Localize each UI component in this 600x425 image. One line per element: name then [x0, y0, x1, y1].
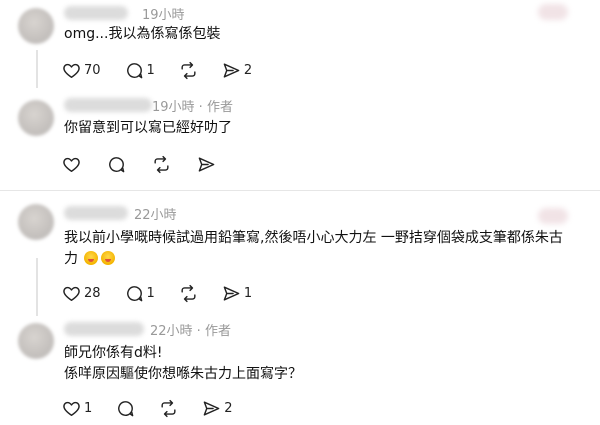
- share-icon: [203, 400, 220, 416]
- reply-button[interactable]: [107, 155, 126, 174]
- share-button[interactable]: 2: [202, 399, 233, 418]
- timestamp: 22小時: [134, 208, 177, 223]
- repost-icon: [154, 155, 169, 173]
- thread-line: [36, 50, 38, 88]
- share-icon: [198, 156, 215, 172]
- comment-icon: [126, 285, 142, 301]
- repost-icon: [181, 284, 196, 302]
- comment-text-tail: 力: [64, 251, 78, 267]
- timestamp: 19小時: [142, 8, 185, 23]
- like-count: 70: [84, 62, 101, 78]
- action-bar: 28 1 1: [62, 283, 276, 303]
- heart-icon: [63, 157, 80, 172]
- timestamp: 22小時 · 作者: [150, 320, 231, 339]
- avatar[interactable]: [18, 204, 54, 240]
- username[interactable]: [64, 322, 144, 336]
- repost-button[interactable]: [179, 61, 198, 80]
- like-count: 28: [84, 285, 101, 301]
- repost-icon: [181, 61, 196, 79]
- reply-button[interactable]: 1: [125, 61, 155, 80]
- share-icon: [223, 62, 240, 78]
- reply-button[interactable]: 1: [125, 284, 155, 303]
- emoji-icon: [101, 251, 116, 265]
- repost-icon: [161, 399, 176, 417]
- like-button[interactable]: 70: [62, 61, 101, 80]
- heart-icon: [63, 401, 80, 416]
- comment-text: 師兄你係有d料!: [64, 345, 163, 361]
- reply-count: 1: [146, 285, 155, 301]
- like-button[interactable]: 28: [62, 284, 101, 303]
- comment-icon: [126, 62, 142, 78]
- comment-text: omg...我以為係寫係包裝: [64, 26, 221, 42]
- comment-icon: [118, 400, 134, 416]
- reply-button[interactable]: [116, 399, 135, 418]
- share-button[interactable]: 2: [222, 61, 252, 80]
- action-bar: 1 2: [62, 398, 257, 418]
- like-count: 1: [84, 400, 93, 416]
- username[interactable]: [64, 6, 128, 20]
- heart-icon: [63, 286, 80, 301]
- author-tag: 作者: [204, 324, 231, 339]
- share-count: 2: [243, 62, 253, 78]
- more-icon[interactable]: [538, 4, 568, 20]
- comment-icon: [109, 156, 125, 172]
- share-button[interactable]: 1: [222, 284, 252, 303]
- comment-text: 我以前小學嘅時候試過用鉛筆寫,然後唔小心大力左 一野拮穿個袋成支筆都係朱古: [64, 230, 563, 246]
- repost-button[interactable]: [152, 155, 171, 174]
- comment-text: 你留意到可以寫已經好叻了: [64, 120, 232, 136]
- avatar[interactable]: [18, 8, 54, 44]
- action-bar: 70 1 2: [62, 60, 276, 80]
- comment-text-line: 力: [64, 249, 118, 270]
- avatar[interactable]: [18, 100, 54, 136]
- time-label: 22小時: [150, 324, 193, 339]
- like-button[interactable]: 1: [62, 399, 92, 418]
- username[interactable]: [64, 206, 128, 220]
- repost-button[interactable]: [179, 284, 198, 303]
- avatar[interactable]: [18, 323, 54, 359]
- share-button[interactable]: [197, 155, 216, 174]
- heart-icon: [63, 63, 80, 78]
- timestamp: 19小時 · 作者: [152, 96, 233, 115]
- comment-text: 係咩原因驅使你想喺朱古力上面寫字？: [64, 366, 302, 382]
- separator: ·: [194, 100, 207, 115]
- thread-line: [36, 258, 38, 316]
- more-icon[interactable]: [538, 208, 568, 224]
- action-bar: [62, 154, 242, 174]
- like-button[interactable]: [62, 155, 81, 174]
- share-count: 2: [224, 400, 233, 416]
- reply-count: 1: [146, 62, 155, 78]
- username[interactable]: [64, 98, 152, 112]
- divider: [0, 190, 600, 191]
- author-tag: 作者: [206, 100, 233, 115]
- repost-button[interactable]: [159, 399, 178, 418]
- separator: ·: [192, 324, 205, 339]
- time-label: 19小時: [152, 100, 195, 115]
- share-icon: [223, 285, 240, 301]
- emoji-icon: [84, 251, 99, 265]
- share-count: 1: [243, 285, 253, 301]
